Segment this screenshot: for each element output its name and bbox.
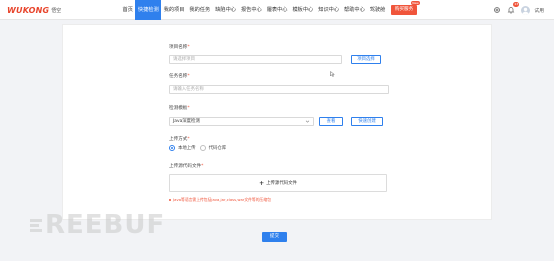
- submit-button[interactable]: 提交: [262, 232, 287, 242]
- nav-item-reports[interactable]: 报告中心: [238, 0, 264, 20]
- main-nav: 首页 快捷检测 我的项目 我的任务 缺陷中心 报告中心 履表中心 模板中心 知识…: [120, 0, 421, 20]
- logo[interactable]: WUKONG 悟空: [7, 5, 61, 15]
- upload-method-label-text: 上传方式: [169, 137, 188, 142]
- nav-item-knowledge[interactable]: 知识中心: [316, 0, 342, 20]
- project-label-text: 项目名称: [169, 45, 188, 50]
- upload-hint-text: Java等语言需上传包括java,jar,class,war文件等的压缩包: [173, 197, 271, 202]
- project-select-button[interactable]: 项目选择: [351, 55, 381, 64]
- nav-item-my-projects[interactable]: 我的项目: [161, 0, 187, 20]
- top-navbar: WUKONG 悟空 首页 快捷检测 我的项目 我的任务 缺陷中心 报告中心 履表…: [0, 0, 554, 20]
- nav-item-help[interactable]: 帮助中心: [342, 0, 368, 20]
- nav-item-forms[interactable]: 履表中心: [264, 0, 290, 20]
- project-label: 项目名称*: [169, 45, 190, 50]
- nav-item-dashboard[interactable]: 驾驶舱: [367, 0, 388, 20]
- buy-service-label: 购买服务: [394, 7, 414, 12]
- upload-button-label: 上传源代码文件: [266, 181, 297, 186]
- nav-item-home[interactable]: 首页: [120, 0, 135, 20]
- nav-item-defects[interactable]: 缺陷中心: [213, 0, 239, 20]
- watermark-mark: [30, 218, 42, 232]
- radio-code-repo-label: 代码仓库: [208, 146, 227, 151]
- nav-item-my-tasks[interactable]: 我的任务: [187, 0, 213, 20]
- radio-code-repo[interactable]: 代码仓库: [199, 145, 227, 151]
- username[interactable]: 试用: [534, 7, 544, 14]
- logo-subtitle: 悟空: [51, 7, 62, 14]
- upload-method-radios: 本地上传 代码仓库: [169, 145, 226, 151]
- mouse-cursor-icon: [330, 71, 335, 77]
- bell-icon[interactable]: 23: [507, 2, 520, 14]
- template-view-button[interactable]: 查看: [319, 117, 343, 126]
- upload-file-button[interactable]: + 上传源代码文件: [169, 174, 387, 192]
- nav-item-templates[interactable]: 模板中心: [290, 0, 316, 20]
- gear-icon[interactable]: [493, 6, 501, 14]
- notification-badge: 23: [513, 2, 520, 7]
- upload-file-label: 上传源代码文件*: [169, 164, 204, 169]
- template-create-button[interactable]: 快速创建: [351, 117, 383, 126]
- upload-hint: Java等语言需上传包括java,jar,class,war文件等的压缩包: [169, 197, 271, 203]
- buy-service-button[interactable]: 购买服务 New: [390, 1, 421, 15]
- task-label-text: 任务名称: [169, 74, 188, 79]
- radio-local-upload-label: 本地上传: [178, 146, 196, 151]
- new-badge: New: [410, 1, 421, 5]
- chevron-down-icon: [305, 120, 310, 123]
- task-name-input[interactable]: 请输入任务名称: [169, 85, 389, 94]
- form-card: 项目名称* 请选择项目 项目选择 任务名称* 请输入任务名称 检测模板* Jav…: [62, 24, 492, 220]
- upload-file-label-text: 上传源代码文件: [169, 164, 202, 169]
- project-input[interactable]: 请选择项目: [169, 55, 342, 64]
- watermark-text: REEBUF: [45, 210, 166, 240]
- task-label: 任务名称*: [169, 74, 190, 79]
- plus-icon: +: [259, 179, 265, 187]
- hint-bullet-icon: [169, 199, 171, 201]
- logo-text: WUKONG: [7, 5, 50, 15]
- watermark: REEBUF: [30, 210, 165, 240]
- top-right-icons: 23 试用: [493, 0, 544, 20]
- template-label: 检测模板*: [169, 106, 190, 111]
- radio-local-upload-dot[interactable]: [169, 145, 175, 151]
- radio-code-repo-dot[interactable]: [199, 145, 206, 151]
- template-selected-value: Java深度检测: [173, 119, 200, 124]
- upload-method-label: 上传方式*: [169, 137, 190, 142]
- nav-item-quick-scan[interactable]: 快捷检测: [135, 0, 162, 20]
- template-select[interactable]: Java深度检测: [169, 117, 314, 126]
- radio-local-upload[interactable]: 本地上传: [169, 145, 196, 151]
- template-label-text: 检测模板: [169, 106, 188, 111]
- avatar[interactable]: [521, 5, 531, 15]
